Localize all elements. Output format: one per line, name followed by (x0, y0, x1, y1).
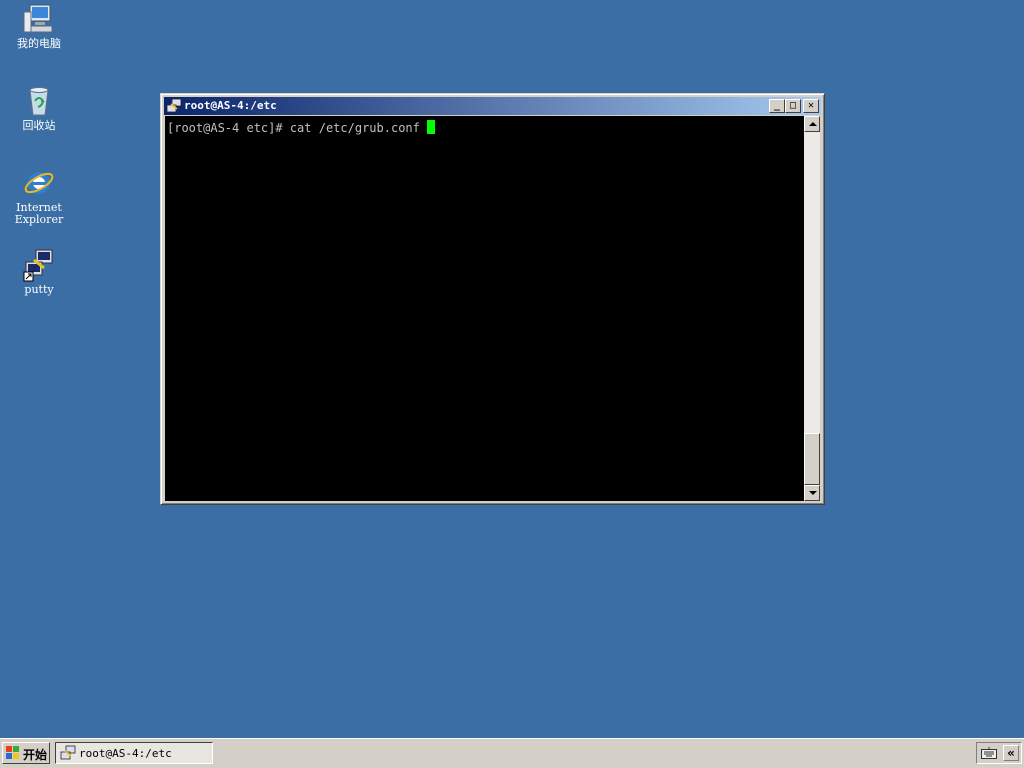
desktop-icon-putty[interactable]: putty (1, 248, 77, 296)
putty-icon (22, 248, 56, 282)
terminal-cursor (427, 120, 436, 134)
putty-icon (166, 98, 182, 114)
taskbar: 开始 root@AS-4:/etc « (0, 738, 1024, 768)
windows-flag-icon (6, 746, 20, 760)
desktop-icon-recycle-bin[interactable]: 回收站 (1, 84, 77, 132)
desktop-icon-label: putty (24, 283, 54, 296)
start-button[interactable]: 开始 (2, 742, 50, 764)
desktop-icon-internet-explorer[interactable]: Internet Explorer (1, 166, 77, 226)
putty-window[interactable]: root@AS-4:/etc _ □ ✕ [root@AS-4 etc]# ca… (160, 93, 825, 505)
scroll-thumb[interactable] (804, 433, 820, 485)
recycle-bin-icon (22, 84, 56, 118)
minimize-button[interactable]: _ (769, 99, 785, 113)
desktop-icon-label: Internet Explorer (14, 201, 64, 226)
system-tray: « (976, 742, 1022, 764)
taskbar-item-putty[interactable]: root@AS-4:/etc (55, 742, 213, 764)
tray-expand-button[interactable]: « (1003, 745, 1019, 761)
my-computer-icon (22, 2, 56, 36)
maximize-button[interactable]: □ (785, 99, 801, 113)
desktop-icon-label: 回收站 (22, 119, 56, 132)
putty-icon (60, 745, 76, 761)
terminal-prompt-line: [root@AS-4 etc]# cat /etc/grub.conf (167, 121, 428, 135)
start-label: 开始 (23, 748, 48, 762)
window-titlebar[interactable]: root@AS-4:/etc _ □ ✕ (164, 97, 821, 115)
keyboard-icon[interactable] (981, 747, 997, 759)
terminal-line: [root@AS-4 etc]# cat /etc/grub.conf (167, 120, 436, 135)
desktop-icon-my-computer[interactable]: 我的电脑 (1, 2, 77, 50)
internet-explorer-icon (22, 166, 56, 200)
vertical-scrollbar[interactable] (804, 116, 820, 501)
taskbar-item-label: root@AS-4:/etc (79, 747, 172, 760)
close-button[interactable]: ✕ (803, 99, 819, 113)
chevron-down-icon (809, 491, 817, 495)
window-title: root@AS-4:/etc (184, 99, 277, 112)
desktop-icon-label: 我的电脑 (17, 37, 61, 50)
chevron-up-icon (809, 122, 817, 126)
terminal-area[interactable]: [root@AS-4 etc]# cat /etc/grub.conf (165, 116, 807, 501)
scroll-up-button[interactable] (804, 116, 820, 132)
scroll-down-button[interactable] (804, 485, 820, 501)
